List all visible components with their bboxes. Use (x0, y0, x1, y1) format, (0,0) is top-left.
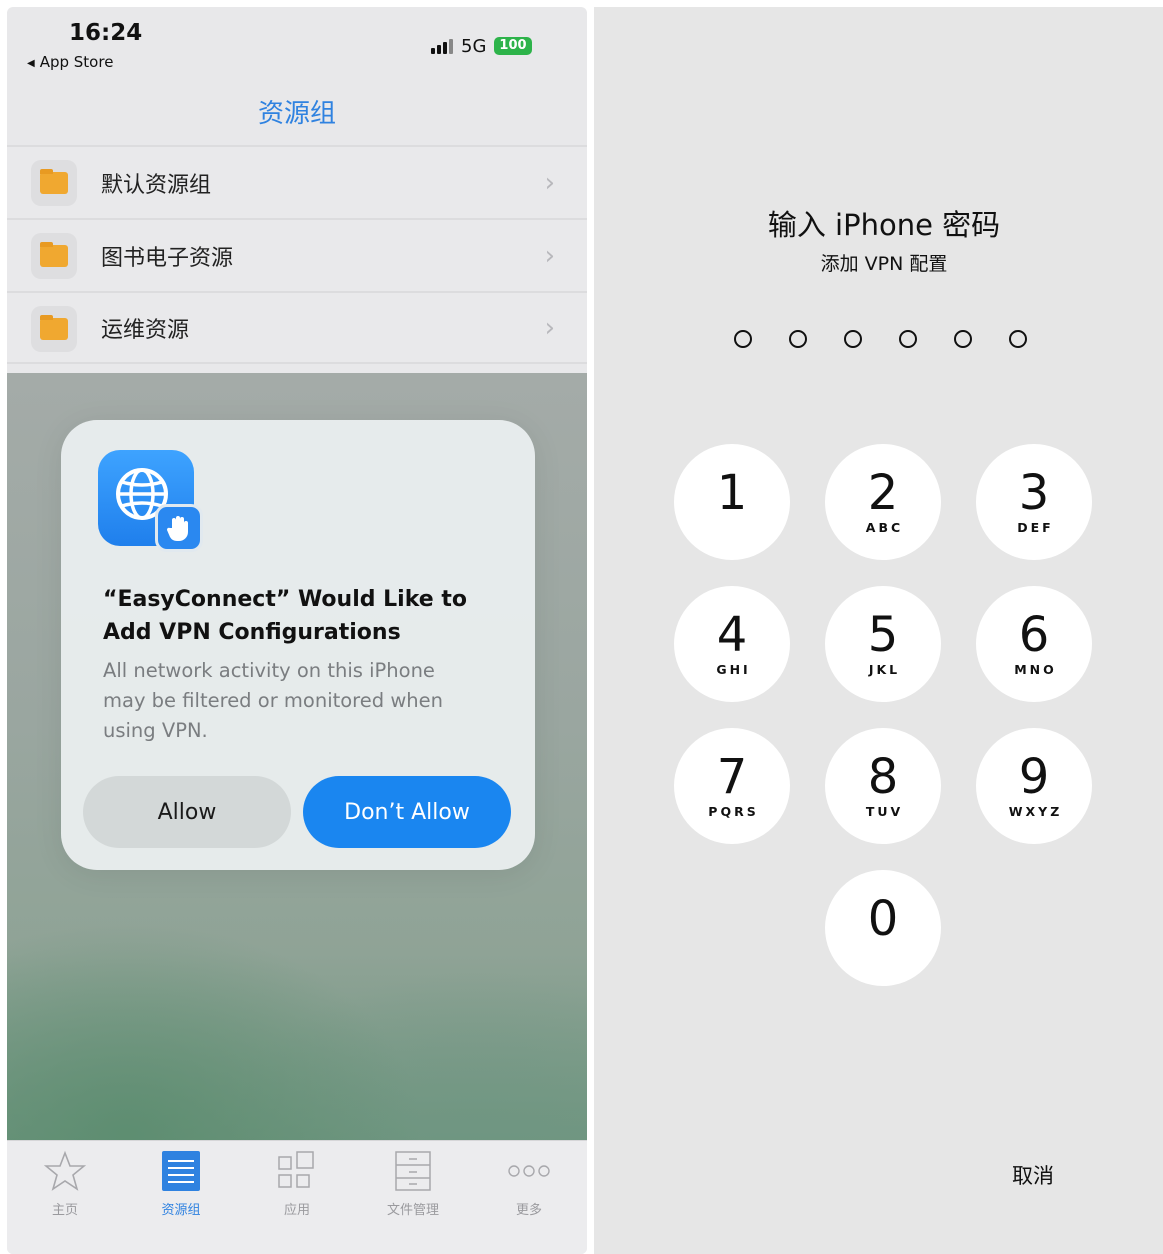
file-icon (355, 1149, 471, 1193)
tab-more[interactable]: 更多 (471, 1149, 587, 1218)
key-letters: PQRS (708, 804, 759, 819)
key-digit: 0 (867, 891, 899, 947)
passcode-subtitle: 添加 VPN 配置 (820, 253, 948, 275)
vpn-permission-dialog: “EasyConnect” Would Like to Add VPN Conf… (61, 420, 535, 870)
key-digit: 7 (716, 749, 748, 805)
list-item-label: 默认资源组 (101, 172, 212, 198)
tab-resource-groups[interactable]: 资源组 (123, 1149, 239, 1218)
chevron-right-icon: › (544, 240, 555, 271)
list-item-label: 运维资源 (101, 317, 190, 343)
key-1[interactable]: 1 (674, 444, 790, 560)
chevron-right-icon: › (544, 312, 555, 343)
resource-group-list: 默认资源组 › 图书电子资源 › 运维资源 › (7, 145, 587, 364)
dialog-title: “EasyConnect” Would Like to Add VPN Conf… (103, 587, 467, 645)
key-digit: 4 (716, 607, 748, 663)
tab-apps[interactable]: 应用 (239, 1149, 355, 1218)
passcode-dot (954, 330, 972, 348)
more-icon (471, 1149, 587, 1193)
list-item[interactable]: 图书电子资源 › (7, 218, 587, 291)
tab-label: 应用 (283, 1203, 310, 1218)
key-letters: WXYZ (1008, 804, 1063, 819)
signal-icon (431, 38, 453, 54)
folder-icon (31, 160, 77, 206)
passcode-dot (734, 330, 752, 348)
cancel-button[interactable]: 取消 (1012, 1160, 1054, 1190)
key-0[interactable]: 0 (825, 870, 941, 986)
list-item-label: 图书电子资源 (101, 245, 234, 271)
passcode-dot (1009, 330, 1027, 348)
dont-allow-button[interactable]: Don’t Allow (303, 776, 511, 848)
key-letters: TUV (865, 804, 904, 819)
status-indicators: 5G 100 (431, 35, 532, 57)
key-digit: 6 (1018, 607, 1050, 663)
key-2[interactable]: 2 ABC (825, 444, 941, 560)
folder-icon (31, 233, 77, 279)
key-digit: 9 (1018, 749, 1050, 805)
back-triangle-icon: ◀ (27, 58, 35, 69)
network-type: 5G (461, 35, 487, 57)
passcode-screen: 输入 iPhone 密码 添加 VPN 配置 1 2 ABC 3 DEF 4 G… (594, 7, 1163, 1254)
apps-grid-icon (239, 1149, 355, 1193)
list-item[interactable]: 运维资源 › (7, 291, 587, 364)
key-digit: 5 (867, 607, 899, 663)
key-4[interactable]: 4 GHI (674, 586, 790, 702)
key-digit: 2 (867, 465, 899, 521)
list-item[interactable]: 默认资源组 › (7, 145, 587, 218)
key-digit: 3 (1018, 465, 1050, 521)
tab-file-manager[interactable]: 文件管理 (355, 1149, 471, 1218)
key-8[interactable]: 8 TUV (825, 728, 941, 844)
key-5[interactable]: 5 JKL (825, 586, 941, 702)
tab-label: 更多 (515, 1203, 542, 1218)
easyconnect-screen: 16:24 ◀ App Store 5G 100 资源组 默认资源组 › 图书电子… (7, 7, 587, 1254)
key-9[interactable]: 9 WXYZ (976, 728, 1092, 844)
passcode-dots (734, 330, 1027, 348)
tab-label: 主页 (51, 1203, 78, 1218)
dialog-message: All network activity on this iPhone may … (103, 659, 444, 742)
key-letters: GHI (716, 662, 751, 677)
tab-label: 文件管理 (386, 1203, 439, 1218)
passcode-dot (844, 330, 862, 348)
tab-home[interactable]: 主页 (7, 1149, 123, 1218)
passcode-dot (789, 330, 807, 348)
passcode-title: 输入 iPhone 密码 (767, 208, 1001, 242)
page-title: 资源组 (257, 99, 336, 129)
key-digit: 1 (716, 465, 748, 521)
key-letters (882, 946, 885, 962)
folder-icon (31, 306, 77, 352)
star-icon (7, 1149, 123, 1193)
key-3[interactable]: 3 DEF (976, 444, 1092, 560)
list-icon (123, 1149, 239, 1193)
key-letters (731, 520, 734, 536)
key-letters: ABC (865, 520, 904, 535)
status-time: 16:24 (69, 20, 143, 46)
battery-icon: 100 (494, 37, 532, 55)
key-letters: JKL (868, 662, 901, 677)
allow-button[interactable]: Allow (83, 776, 291, 848)
tab-label: 资源组 (161, 1203, 201, 1218)
key-letters: MNO (1014, 662, 1057, 677)
back-app-label: App Store (39, 53, 114, 71)
key-letters: DEF (1017, 520, 1054, 535)
hand-stop-icon (155, 504, 203, 552)
chevron-right-icon: › (544, 167, 555, 198)
key-7[interactable]: 7 PQRS (674, 728, 790, 844)
back-to-app-store[interactable]: ◀ App Store (27, 53, 113, 71)
key-digit: 8 (867, 749, 899, 805)
key-6[interactable]: 6 MNO (976, 586, 1092, 702)
tab-bar: 主页 资源组 应用 文件管理 更多 (7, 1140, 587, 1254)
passcode-dot (899, 330, 917, 348)
